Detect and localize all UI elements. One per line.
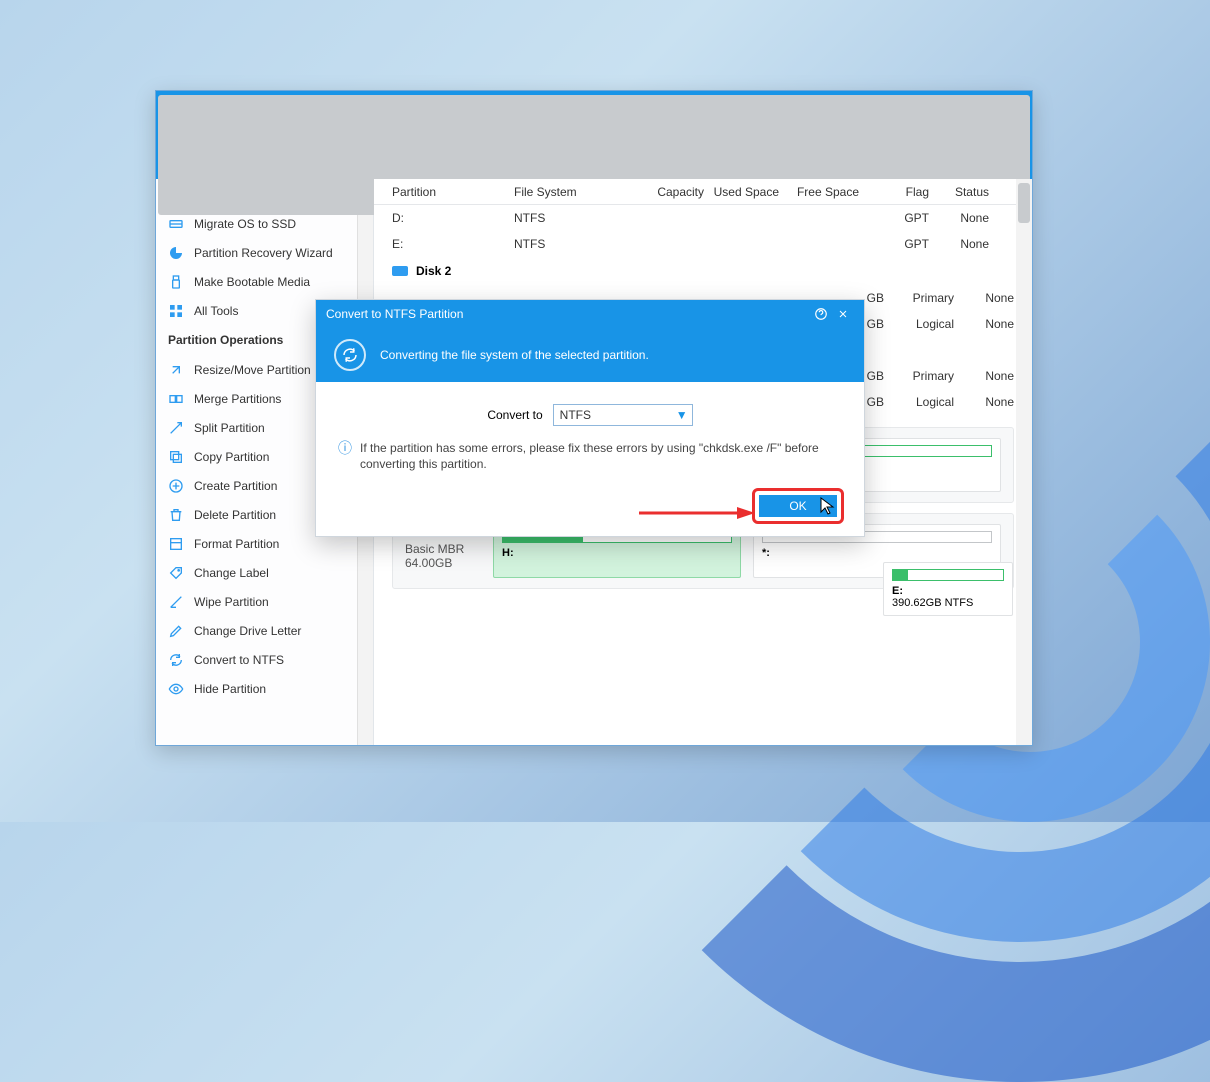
pencil-icon: [168, 623, 184, 639]
resize-icon: [168, 362, 184, 378]
pie-icon: [168, 245, 184, 261]
sidebar-item-wipe-partition[interactable]: Wipe Partition: [156, 587, 357, 616]
convert-to-label: Convert to: [487, 408, 542, 422]
eye-off-icon: [168, 681, 184, 697]
format-icon: [168, 536, 184, 552]
info-icon: ⓘ: [338, 439, 352, 472]
dialog-help-button[interactable]: [810, 303, 832, 325]
sidebar-item-hide-partition[interactable]: Hide Partition: [156, 674, 357, 703]
convert-to-select[interactable]: NTFS ▼: [553, 404, 693, 426]
table-header: Partition File System Capacity Used Spac…: [374, 179, 1032, 205]
sidebar-item-bootable-media[interactable]: Make Bootable Media: [156, 267, 357, 296]
convert-round-icon: [334, 339, 366, 371]
cursor-icon: [820, 497, 836, 515]
dialog-note: ⓘ If the partition has some errors, plea…: [338, 440, 842, 472]
create-icon: [168, 478, 184, 494]
main-scrollbar[interactable]: [1016, 179, 1032, 745]
arrow-annotation: [637, 506, 757, 520]
sidebar-item-convert-ntfs[interactable]: Convert to NTFS: [156, 645, 357, 674]
copy-icon: [168, 449, 184, 465]
sidebar-item-change-letter[interactable]: Change Drive Letter: [156, 616, 357, 645]
table-row[interactable]: E: NTFS GPT None: [374, 231, 1032, 257]
convert-icon: [168, 652, 184, 668]
dialog-title: Convert to NTFS Partition: [326, 307, 463, 321]
ssd-icon: [168, 216, 184, 232]
table-row[interactable]: D: NTFS GPT None: [374, 205, 1032, 231]
partition-card-e[interactable]: E:390.62GB NTFS: [883, 562, 1013, 616]
merge-icon: [168, 391, 184, 407]
grid-icon: [168, 303, 184, 319]
sidebar-item-change-label[interactable]: Change Label: [156, 558, 357, 587]
tag-icon: [168, 565, 184, 581]
usb-icon: [168, 274, 184, 290]
split-icon: [168, 420, 184, 436]
eraser-icon: [168, 594, 184, 610]
dialog-close-button[interactable]: [832, 303, 854, 325]
disk2-header[interactable]: Disk 2: [374, 257, 1032, 285]
trash-icon: [168, 507, 184, 523]
convert-ntfs-dialog: Convert to NTFS Partition Converting the…: [315, 299, 865, 537]
sidebar-item-recovery-wizard[interactable]: Partition Recovery Wizard: [156, 238, 357, 267]
disk-icon: [392, 266, 408, 276]
caret-down-icon: ▼: [676, 408, 688, 422]
dialog-subtitle-band: Converting the file system of the select…: [316, 328, 864, 382]
ok-highlight-annotation: OK: [752, 488, 844, 524]
dialog-titlebar: Convert to NTFS Partition: [316, 300, 864, 328]
